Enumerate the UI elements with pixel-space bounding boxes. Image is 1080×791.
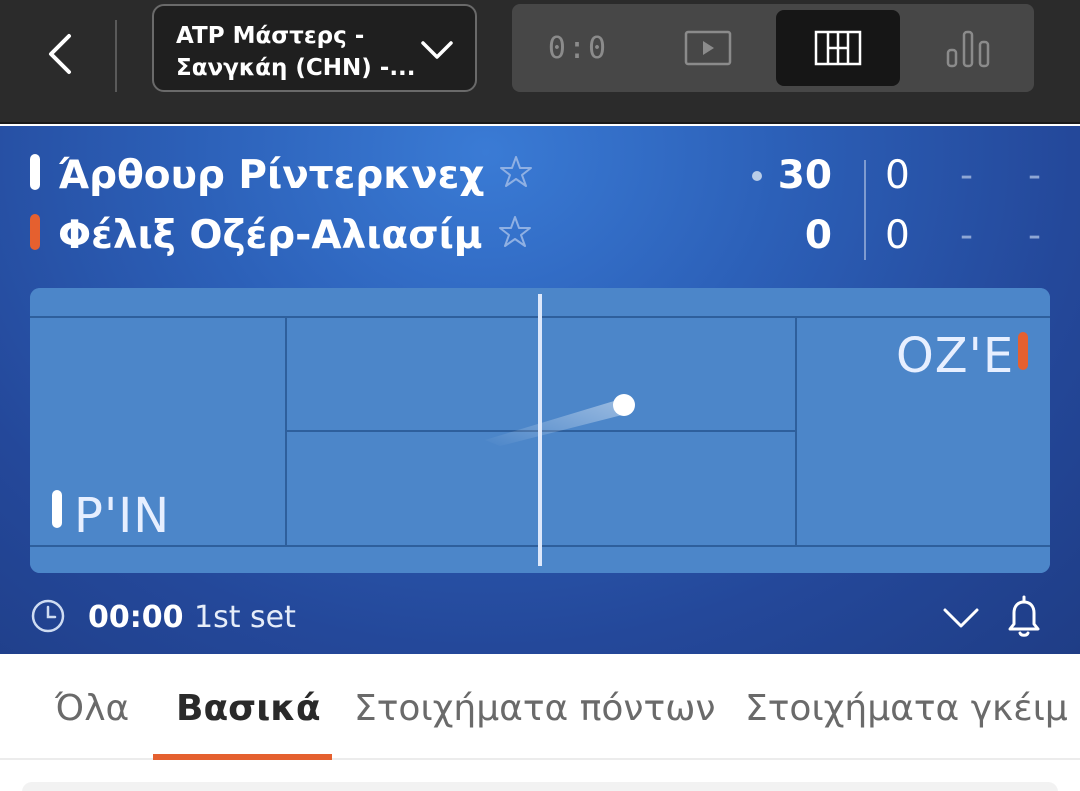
tournament-line-1: ATP Μάστερς - bbox=[176, 23, 365, 49]
player-1-set-3: - bbox=[1028, 155, 1041, 196]
tab-point-bets[interactable]: Στοιχήματα πόντων bbox=[354, 686, 715, 732]
player-2-court-marker bbox=[1018, 332, 1028, 370]
court-label-left: Ρ'ΙΝ bbox=[74, 488, 171, 544]
active-tab-indicator bbox=[153, 754, 332, 760]
player-1-color-marker bbox=[30, 154, 40, 190]
view-button-court[interactable] bbox=[776, 10, 900, 86]
chevron-down-icon bbox=[421, 41, 453, 59]
court-label-right: ΟΖ'Ε bbox=[896, 328, 1015, 384]
top-bar: ATP Μάστερς - Σανγκάη (CHN) -... 0:0 bbox=[0, 0, 1080, 124]
player-row-1: Άρθουρ Ρίντερκνεχ 30 0 - - bbox=[0, 148, 1080, 208]
player-2-name: Φέλιξ Οζέρ-Αλιασίμ bbox=[58, 213, 483, 258]
match-tracker: Άρθουρ Ρίντερκνεχ 30 0 - - Φέλιξ Οζέρ-Αλ… bbox=[0, 126, 1080, 654]
court-grid-icon bbox=[814, 30, 862, 66]
bar-stats-icon bbox=[946, 30, 990, 68]
tab-game-bets[interactable]: Στοιχήματα γκέιμ bbox=[745, 686, 1068, 732]
tournament-name: ATP Μάστερς - Σανγκάη (CHN) -... bbox=[176, 20, 416, 84]
view-switcher: 0:0 bbox=[512, 4, 1034, 92]
chevron-left-icon bbox=[49, 34, 71, 74]
player-2-set-1: 0 bbox=[885, 213, 910, 258]
score-divider bbox=[864, 160, 866, 260]
back-button[interactable] bbox=[36, 24, 84, 84]
tournament-line-2: Σανγκάη (CHN) -... bbox=[176, 55, 416, 81]
play-icon bbox=[684, 30, 732, 66]
header-divider bbox=[115, 20, 117, 92]
player-2-set-3: - bbox=[1028, 215, 1041, 256]
player-1-court-marker bbox=[52, 490, 62, 528]
player-1-set-1: 0 bbox=[885, 153, 910, 198]
tournament-selector[interactable]: ATP Μάστερς - Σανγκάη (CHN) -... bbox=[152, 4, 477, 92]
tab-all[interactable]: Όλα bbox=[55, 686, 129, 732]
ball bbox=[613, 394, 635, 416]
player-2-set-2: - bbox=[960, 215, 973, 256]
player-1-set-2: - bbox=[960, 155, 973, 196]
view-button-score[interactable]: 0:0 bbox=[516, 10, 640, 86]
tab-main[interactable]: Βασικά bbox=[176, 686, 321, 732]
view-button-video[interactable] bbox=[646, 10, 770, 86]
player-1-name: Άρθουρ Ρίντερκνεχ bbox=[58, 153, 485, 198]
market-tabs: Όλα Βασικά Στοιχήματα πόντων Στοιχήματα … bbox=[0, 654, 1080, 760]
chevron-down-icon[interactable] bbox=[940, 602, 982, 632]
clock-icon bbox=[31, 599, 65, 633]
match-time: 00:00 bbox=[88, 600, 184, 635]
player-2-color-marker bbox=[30, 214, 40, 250]
player-1-points: 30 bbox=[777, 153, 832, 198]
bell-icon[interactable] bbox=[1000, 592, 1048, 640]
tennis-court: ΟΖ'Ε Ρ'ΙΝ bbox=[30, 288, 1050, 573]
content-card bbox=[22, 782, 1058, 791]
view-button-stats[interactable] bbox=[906, 10, 1030, 86]
current-set-label: 1st set bbox=[194, 600, 296, 635]
serve-indicator bbox=[752, 171, 762, 181]
player-row-2: Φέλιξ Οζέρ-Αλιασίμ 0 0 - - bbox=[0, 208, 1080, 268]
star-icon[interactable] bbox=[498, 154, 534, 190]
scoreboard-icon: 0:0 bbox=[547, 30, 609, 66]
match-footer: 00:00 1st set bbox=[0, 590, 1080, 646]
player-2-points: 0 bbox=[804, 213, 832, 258]
star-icon[interactable] bbox=[497, 214, 533, 250]
